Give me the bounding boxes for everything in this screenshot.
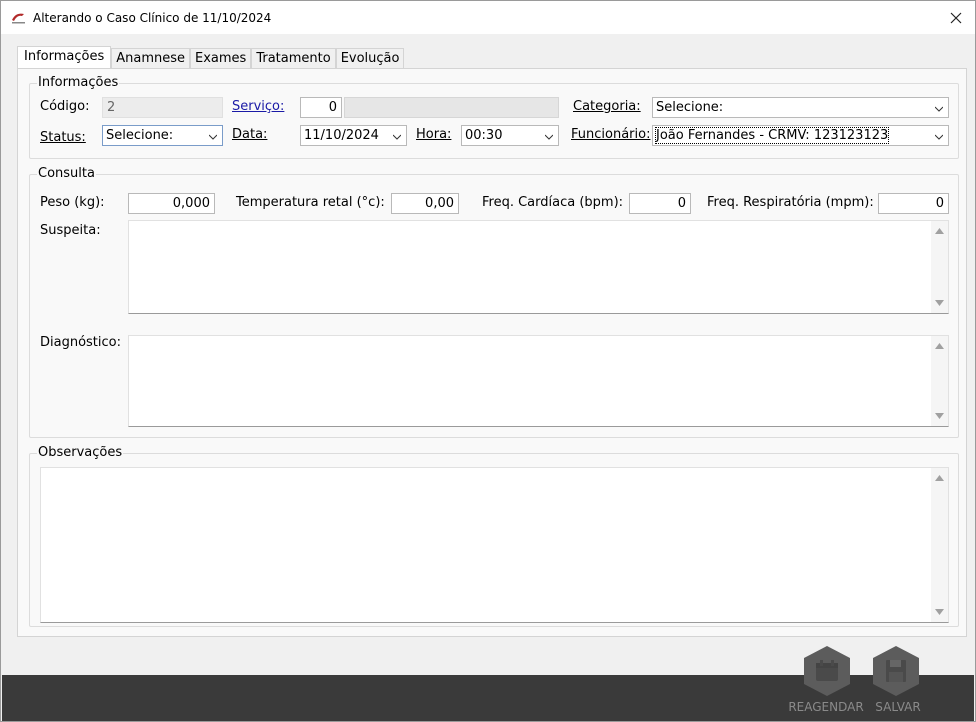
data-datepicker[interactable]: 11/10/2024 — [300, 125, 407, 146]
data-datepicker-value: 11/10/2024 — [304, 128, 379, 143]
chevron-down-icon — [209, 134, 217, 140]
group-informacoes: Informações — [29, 75, 959, 159]
suspeita-scrollbar[interactable] — [931, 221, 948, 313]
temperatura-label: Temperatura retal (°c): — [236, 195, 385, 210]
diagnostico-label: Diagnóstico: — [40, 335, 121, 350]
calendar-icon — [804, 646, 850, 696]
servico-description-field — [344, 97, 559, 118]
codigo-field: 2 — [102, 97, 223, 118]
close-icon — [950, 12, 962, 24]
funcionario-select-value: João Fernandes - CRMV: 123123123 — [654, 127, 890, 144]
categoria-select[interactable]: Selecione: — [652, 97, 949, 118]
tab-panel-informacoes: Informações Código: 2 Serviço: 0 Categor… — [17, 68, 967, 637]
freq-cardiaca-field[interactable]: 0 — [629, 193, 691, 214]
hora-select-value: 00:30 — [465, 128, 503, 143]
chevron-down-icon — [545, 134, 553, 140]
diagnostico-scrollbar[interactable] — [931, 336, 948, 426]
close-button[interactable] — [943, 5, 969, 31]
categoria-select-value: Selecione: — [656, 100, 724, 115]
salvar-button[interactable]: SALVAR — [865, 645, 931, 717]
observacoes-textarea[interactable] — [40, 467, 949, 623]
tab-anamnese[interactable]: Anamnese — [111, 48, 191, 70]
tab-evolucao[interactable]: Evolução — [335, 48, 405, 70]
tab-exames[interactable]: Exames — [190, 48, 252, 70]
tab-informacoes[interactable]: Informações — [17, 46, 112, 70]
scroll-down-icon — [935, 413, 944, 419]
observacoes-scrollbar[interactable] — [931, 468, 948, 622]
peso-label: Peso (kg): — [40, 195, 105, 210]
peso-field[interactable]: 0,000 — [128, 193, 215, 214]
scroll-down-icon — [935, 609, 944, 615]
app-logo-icon — [12, 13, 25, 24]
scroll-up-icon — [935, 228, 944, 234]
funcionario-select[interactable]: João Fernandes - CRMV: 123123123 — [652, 125, 949, 146]
suspeita-textarea[interactable] — [128, 220, 949, 314]
diagnostico-textarea[interactable] — [128, 335, 949, 427]
hora-select[interactable]: 00:30 — [461, 125, 559, 146]
data-label: Data: — [232, 127, 268, 142]
chevron-down-icon — [935, 134, 943, 140]
reagendar-button[interactable]: REAGENDAR — [787, 645, 865, 717]
tab-tratamento[interactable]: Tratamento — [251, 48, 336, 70]
freq-respiratoria-label: Freq. Respiratória (mpm): — [707, 195, 874, 210]
temperatura-field[interactable]: 0,00 — [391, 193, 459, 214]
freq-cardiaca-label: Freq. Cardíaca (bpm): — [482, 195, 624, 210]
suspeita-label: Suspeita: — [40, 223, 101, 238]
codigo-label: Código: — [40, 99, 90, 114]
scroll-down-icon — [935, 300, 944, 306]
window-title: Alterando o Caso Clínico de 11/10/2024 — [33, 11, 272, 25]
chevron-down-icon — [393, 134, 401, 140]
servico-link[interactable]: Serviço: — [232, 99, 284, 114]
tab-strip: Informações Anamnese Exames Tratamento E… — [17, 46, 405, 70]
salvar-label: SALVAR — [875, 700, 921, 714]
chevron-down-icon — [935, 106, 943, 112]
floppy-disk-icon — [873, 646, 919, 696]
title-bar: Alterando o Caso Clínico de 11/10/2024 — [1, 1, 975, 34]
status-select-value: Selecione: — [106, 128, 174, 143]
status-select[interactable]: Selecione: — [102, 125, 223, 146]
status-label: Status: — [40, 130, 86, 145]
freq-respiratoria-field[interactable]: 0 — [878, 193, 949, 214]
scroll-up-icon — [935, 343, 944, 349]
hora-label: Hora: — [416, 127, 452, 142]
scroll-up-icon — [935, 475, 944, 481]
dialog-window: Alterando o Caso Clínico de 11/10/2024 I… — [0, 0, 976, 722]
servico-code-field[interactable]: 0 — [300, 97, 342, 118]
categoria-label: Categoria: — [573, 99, 641, 114]
funcionario-label: Funcionário: — [571, 127, 651, 142]
group-informacoes-label: Informações — [37, 75, 120, 90]
group-observacoes-label: Observações — [37, 445, 124, 460]
reagendar-label: REAGENDAR — [788, 700, 864, 714]
group-consulta-label: Consulta — [37, 166, 96, 181]
